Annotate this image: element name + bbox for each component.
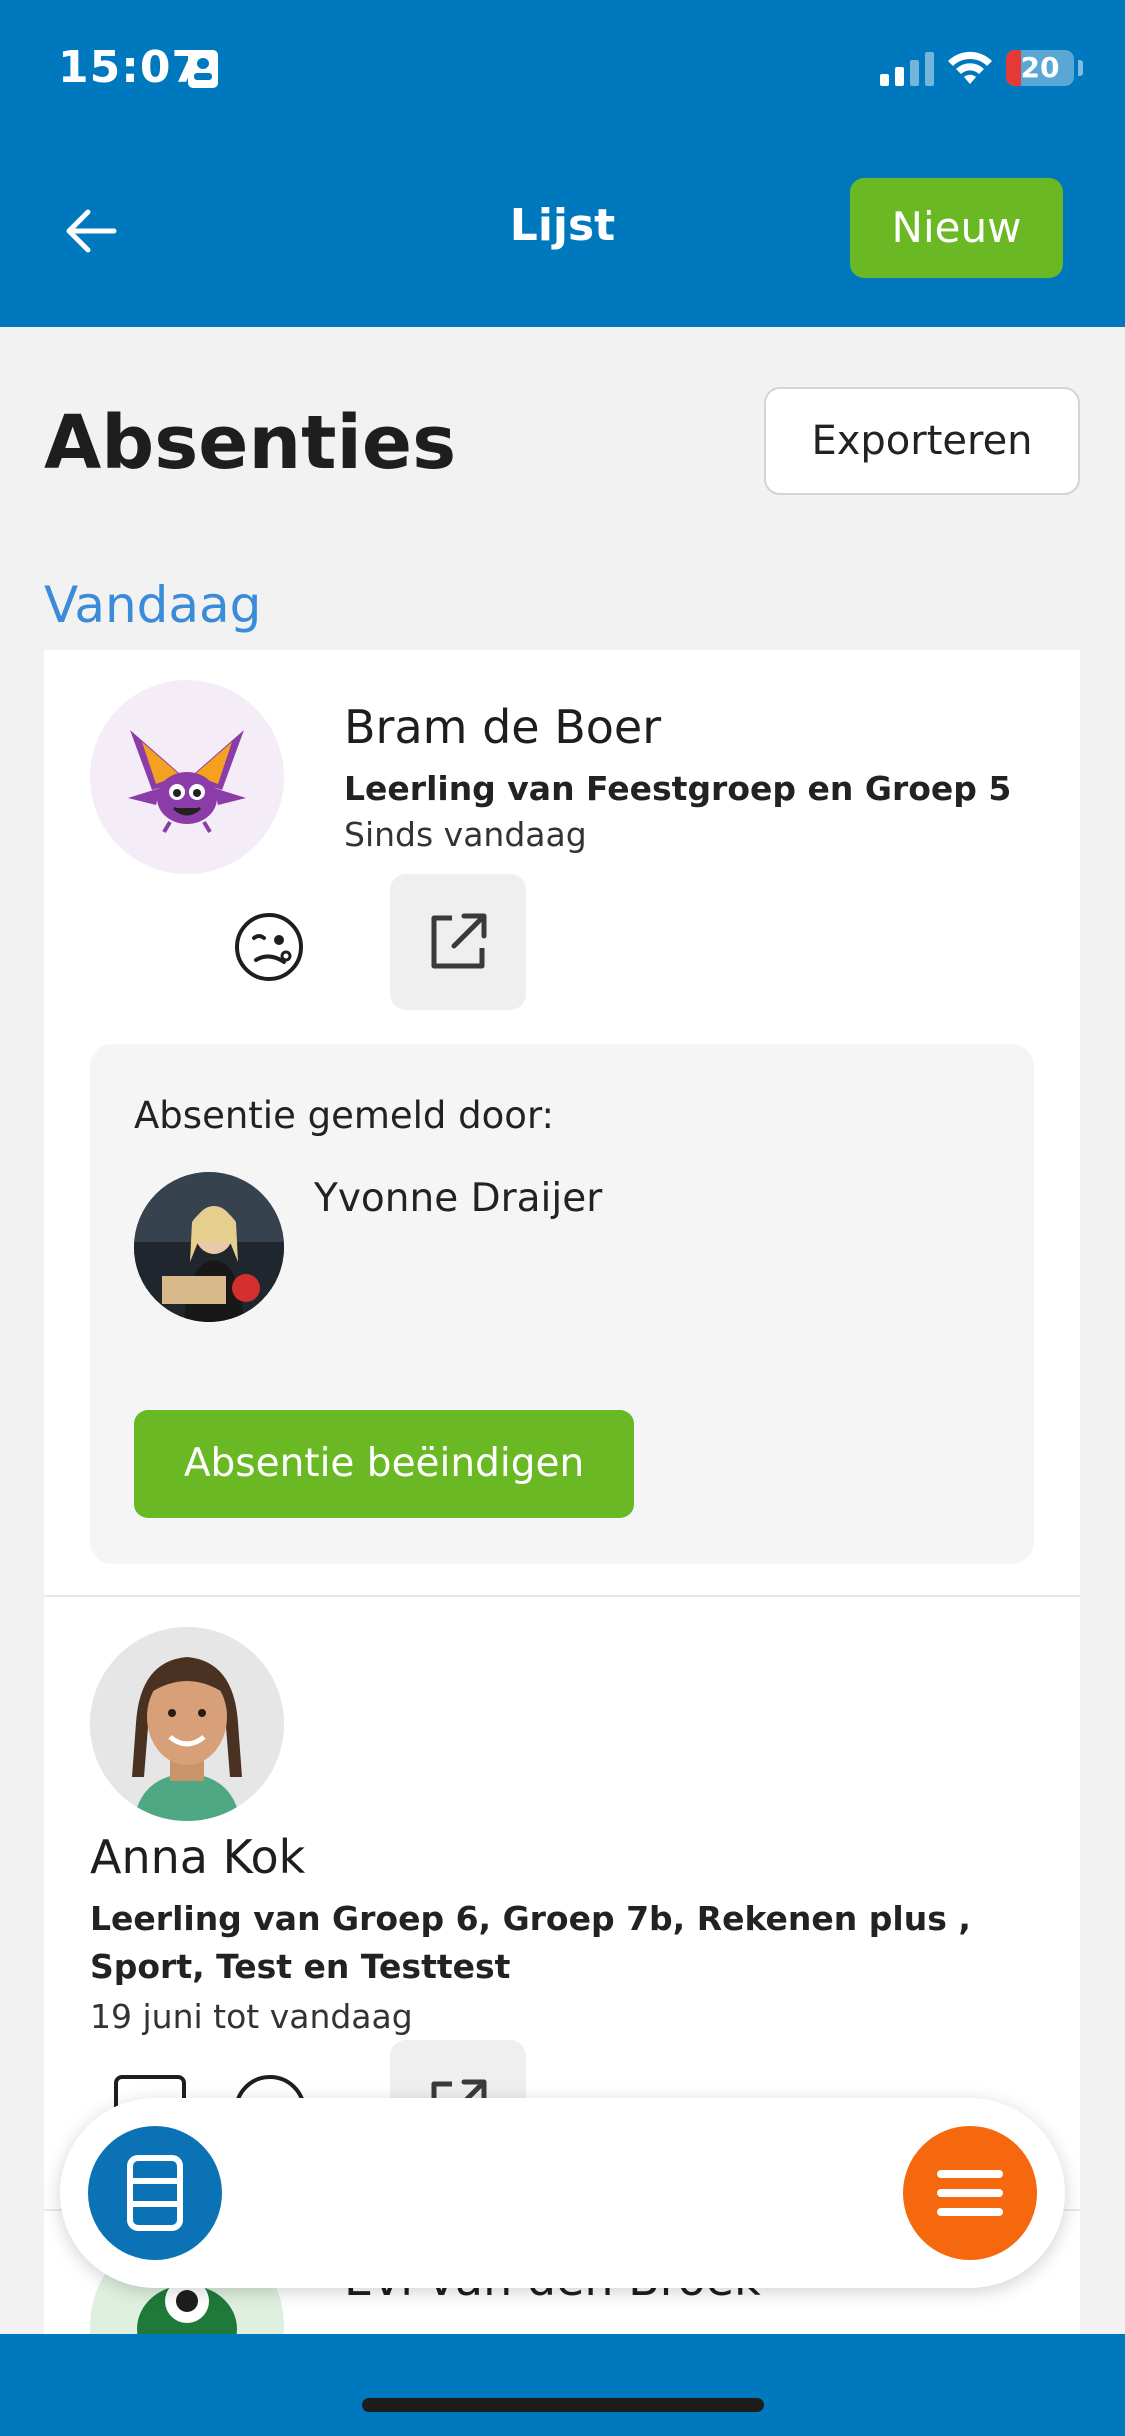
page-title: Absenties <box>44 400 457 486</box>
open-external-button[interactable] <box>390 874 526 1010</box>
reporter-avatar <box>134 1172 284 1322</box>
student-photo <box>90 1627 284 1821</box>
sick-face-icon <box>235 913 303 981</box>
student-avatar <box>90 680 284 874</box>
student-groups: Leerling van Feestgroep en Groep 5 <box>344 769 1012 808</box>
student-name: Bram de Boer <box>344 700 662 754</box>
reporter-section: Absentie gemeld door: Yvonne Draijer Abs… <box>90 1044 1034 1564</box>
reporter-name: Yvonne Draijer <box>314 1176 603 1221</box>
battery-cap <box>1078 60 1083 76</box>
student-name: Anna Kok <box>90 1830 306 1884</box>
cabinet-button[interactable] <box>88 2126 222 2260</box>
menu-button[interactable] <box>903 2126 1037 2260</box>
wifi-icon <box>948 51 992 84</box>
battery-level: 20 <box>1020 51 1060 84</box>
section-label-today: Vandaag <box>44 576 262 634</box>
signal-icon <box>880 52 936 86</box>
floating-action-bar <box>60 2098 1065 2288</box>
menu-icon <box>937 2170 1003 2216</box>
app-header: 15:07 20 Lijst Nieuw <box>0 0 1125 327</box>
external-link-icon <box>431 913 487 969</box>
absence-card[interactable]: Bram de Boer Leerling van Feestgroep en … <box>44 650 1080 1595</box>
battery-icon: 20 <box>1006 50 1074 86</box>
new-button[interactable]: Nieuw <box>850 178 1063 278</box>
reporter-photo <box>134 1172 284 1322</box>
student-avatar <box>90 1627 284 1821</box>
reported-by-label: Absentie gemeld door: <box>134 1094 554 1137</box>
export-button[interactable]: Exporteren <box>764 387 1080 495</box>
absence-period: Sinds vandaag <box>344 815 587 854</box>
contact-card-icon <box>188 50 218 88</box>
bottom-bar <box>0 2334 1125 2436</box>
bat-monster-image <box>128 730 246 834</box>
cabinet-icon <box>127 2155 183 2231</box>
end-absence-button[interactable]: Absentie beëindigen <box>134 1410 634 1518</box>
home-indicator[interactable] <box>362 2398 764 2412</box>
student-groups: Leerling van Groep 6, Groep 7b, Rekenen … <box>90 1899 971 1986</box>
status-time: 15:07 <box>58 42 204 93</box>
absence-period: 19 juni tot vandaag <box>90 1997 413 2036</box>
